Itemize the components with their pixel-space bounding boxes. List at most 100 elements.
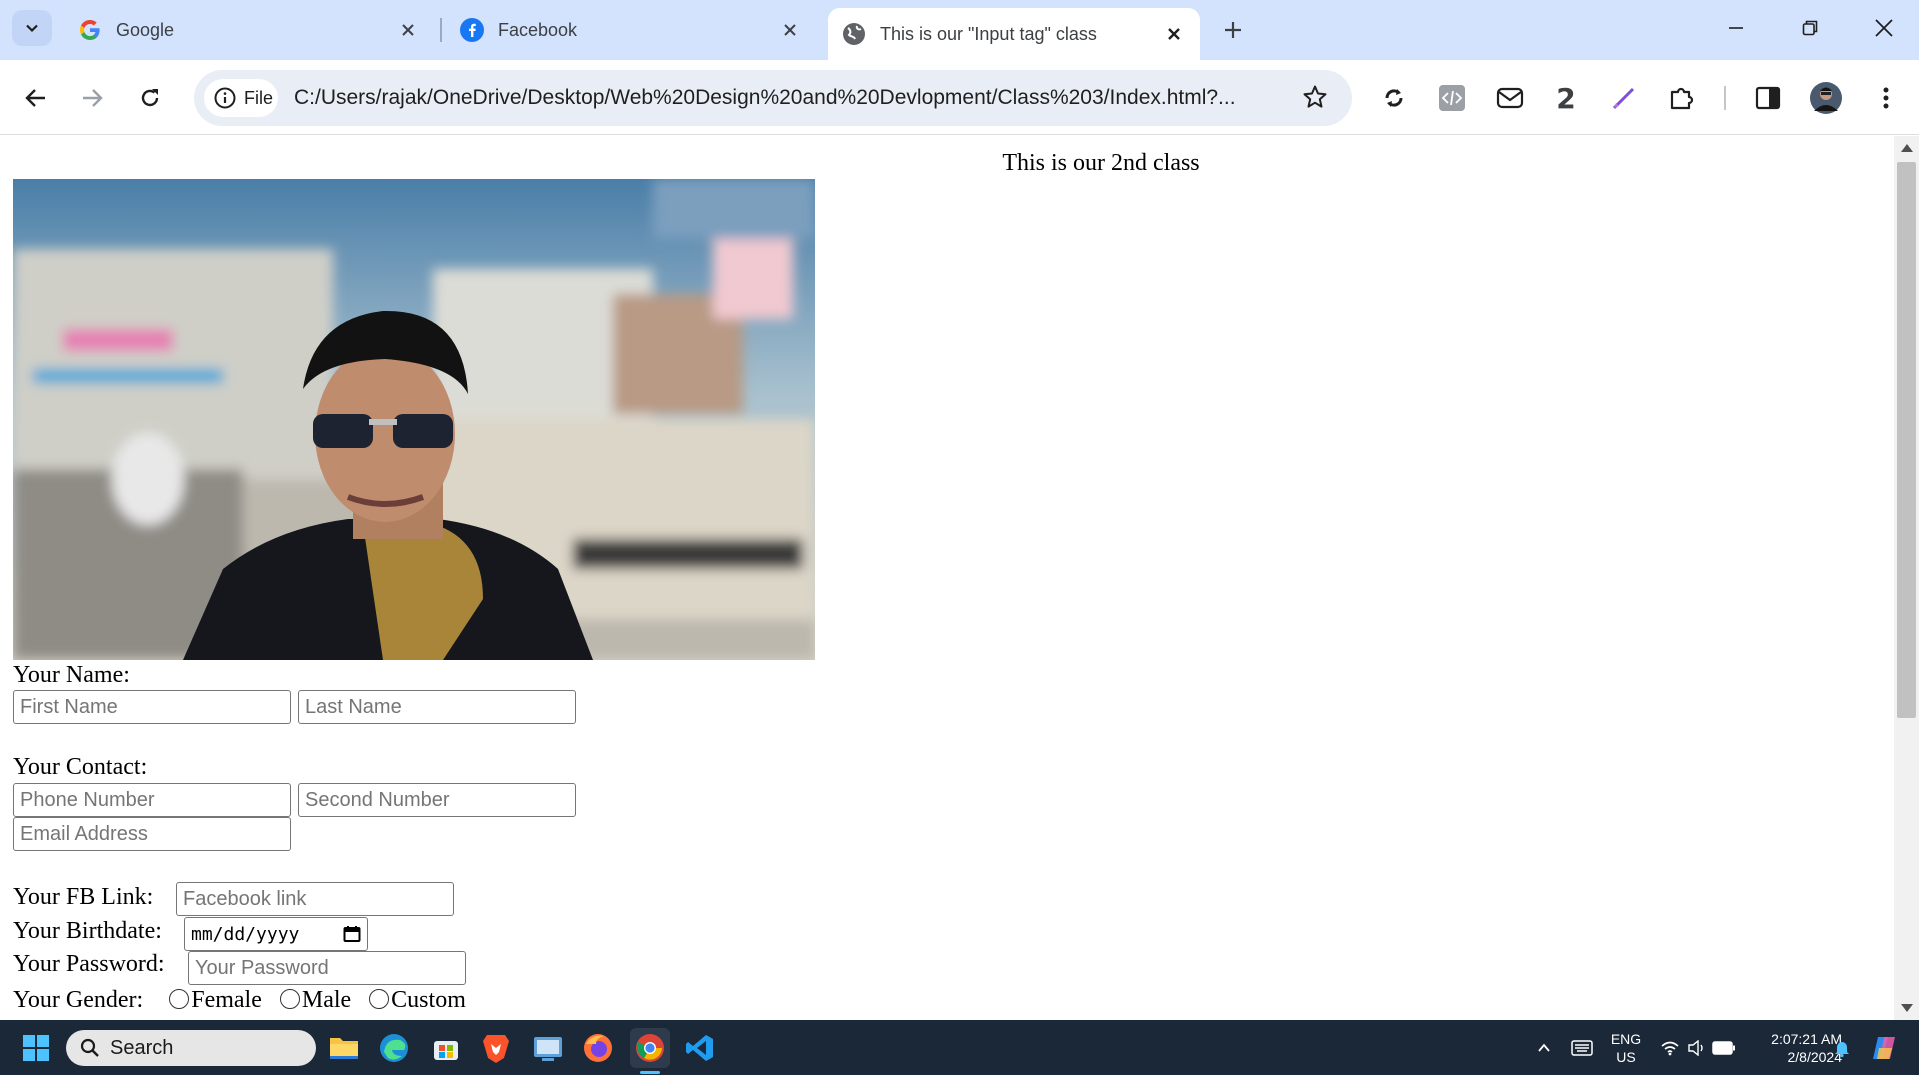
forward-button[interactable] <box>72 78 112 118</box>
contact-label: Your Contact: <box>13 754 148 780</box>
tab-separator <box>440 18 442 42</box>
arrow-right-icon <box>83 89 103 107</box>
extension-badge: 2 <box>1556 81 1576 115</box>
facebook-icon <box>460 18 484 42</box>
extension-pen-button[interactable] <box>1604 78 1644 118</box>
keyboard-icon[interactable] <box>1562 1028 1602 1068</box>
phone-input[interactable]: Phone Number <box>13 783 291 817</box>
side-panel-button[interactable] <box>1748 78 1788 118</box>
bookmark-star-icon[interactable] <box>1302 84 1328 115</box>
new-tab-button[interactable] <box>1215 12 1251 48</box>
profile-button[interactable] <box>1806 78 1846 118</box>
password-input[interactable]: Your Password <box>188 951 466 985</box>
scroll-down-arrow[interactable] <box>1901 1004 1913 1012</box>
avatar <box>1810 82 1842 114</box>
copilot-icon[interactable] <box>1864 1028 1904 1068</box>
google-icon <box>78 18 102 42</box>
site-info-label: File <box>244 87 274 108</box>
tab-title: Facebook <box>498 19 578 40</box>
birthdate-input[interactable]: mm/dd/yyyy <box>184 917 368 951</box>
tab-title: This is our "Input tag" class <box>880 23 1097 44</box>
edge-browser-icon[interactable] <box>374 1028 414 1068</box>
first-name-input[interactable]: First Name <box>13 690 291 724</box>
code-icon <box>1439 85 1465 111</box>
tab-facebook[interactable]: Facebook <box>446 8 816 52</box>
desktop-app-icon[interactable] <box>528 1028 568 1068</box>
extension-sync-button[interactable] <box>1374 78 1414 118</box>
fb-link-label: Your FB Link: <box>13 884 154 910</box>
vscode-icon[interactable] <box>680 1028 720 1068</box>
gender-male-option[interactable]: Male <box>274 987 351 1013</box>
extension-code-button[interactable] <box>1432 78 1472 118</box>
last-name-input[interactable]: Last Name <box>298 690 576 724</box>
password-label: Your Password: <box>13 951 165 977</box>
menu-button[interactable] <box>1866 78 1906 118</box>
close-window-button[interactable] <box>1858 6 1910 50</box>
radio-male[interactable] <box>279 989 300 1009</box>
chevron-down-icon <box>26 24 38 33</box>
page-scrollbar[interactable] <box>1894 136 1919 1020</box>
windows-taskbar: Search ENG US 2:07:21 AM 2/8/2024 <box>0 1020 1919 1075</box>
close-tab-icon[interactable] <box>396 18 420 42</box>
gender-female-option[interactable]: Female <box>163 987 262 1013</box>
gender-label: Your Gender: <box>13 987 144 1013</box>
address-bar[interactable]: File C:/Users/rajak/OneDrive/Desktop/Web… <box>194 70 1352 126</box>
tab-input-tag-class[interactable]: This is our "Input tag" class <box>828 8 1200 60</box>
brave-browser-icon[interactable] <box>476 1028 516 1068</box>
birthdate-value: mm/dd/yyyy <box>191 923 300 945</box>
gender-custom-label: Custom <box>391 987 466 1013</box>
chevron-up-icon <box>1538 1043 1550 1052</box>
minimize-button[interactable] <box>1710 6 1762 50</box>
more-vert-icon <box>1883 87 1889 109</box>
minimize-icon <box>1729 27 1743 29</box>
restore-button[interactable] <box>1784 6 1836 50</box>
close-tab-icon[interactable] <box>1162 22 1186 46</box>
show-hidden-icons-button[interactable] <box>1524 1028 1564 1068</box>
side-panel-icon <box>1755 86 1781 110</box>
notifications-bell-icon[interactable] <box>1822 1028 1862 1068</box>
reload-icon <box>141 89 159 107</box>
close-icon <box>1875 19 1893 37</box>
microsoft-store-icon[interactable] <box>426 1028 466 1068</box>
reload-button[interactable] <box>130 78 170 118</box>
email-input[interactable]: Email Address <box>13 817 291 851</box>
url-text[interactable]: C:/Users/rajak/OneDrive/Desktop/Web%20De… <box>294 86 1294 110</box>
search-icon <box>80 1038 99 1057</box>
web-page: This is our 2nd class Your Name: First N… <box>0 136 1894 1020</box>
plus-icon <box>1225 22 1241 38</box>
windows-start-button[interactable] <box>16 1028 56 1068</box>
firefox-icon[interactable] <box>578 1028 618 1068</box>
arrow-left-icon <box>25 89 45 107</box>
chrome-icon[interactable] <box>630 1028 670 1068</box>
extension-two-button[interactable]: 2 <box>1546 78 1586 118</box>
tab-google[interactable]: Google <box>64 8 434 52</box>
language-indicator[interactable]: ENG US <box>1606 1030 1646 1066</box>
taskbar-search-label: Search <box>110 1036 174 1059</box>
gender-custom-option[interactable]: Custom <box>363 987 466 1013</box>
tab-search-button[interactable] <box>12 10 52 46</box>
calendar-icon[interactable] <box>343 925 361 943</box>
file-explorer-icon[interactable] <box>324 1028 364 1068</box>
extensions-button[interactable] <box>1662 78 1702 118</box>
radio-female[interactable] <box>169 989 190 1009</box>
close-tab-icon[interactable] <box>778 18 802 42</box>
site-info-chip[interactable]: File <box>204 79 278 117</box>
extension-mail-button[interactable] <box>1490 78 1530 118</box>
page-heading: This is our 2nd class <box>1002 150 1200 176</box>
profile-photo <box>13 179 815 660</box>
battery-icon[interactable] <box>1704 1028 1744 1068</box>
info-icon <box>214 87 236 109</box>
radio-custom[interactable] <box>369 989 390 1009</box>
scrollbar-thumb[interactable] <box>1897 162 1916 718</box>
gender-male-label: Male <box>301 987 352 1013</box>
second-number-input[interactable]: Second Number <box>298 783 576 817</box>
toolbar-separator <box>1724 86 1726 110</box>
facebook-link-input[interactable]: Facebook link <box>176 882 454 916</box>
scroll-up-arrow[interactable] <box>1901 144 1913 152</box>
pen-icon <box>1612 87 1635 110</box>
tab-title: Google <box>116 19 175 40</box>
language-text: ENG <box>1610 1031 1642 1047</box>
region-text: US <box>1616 1049 1636 1065</box>
taskbar-search[interactable]: Search <box>66 1030 316 1066</box>
back-button[interactable] <box>16 78 56 118</box>
